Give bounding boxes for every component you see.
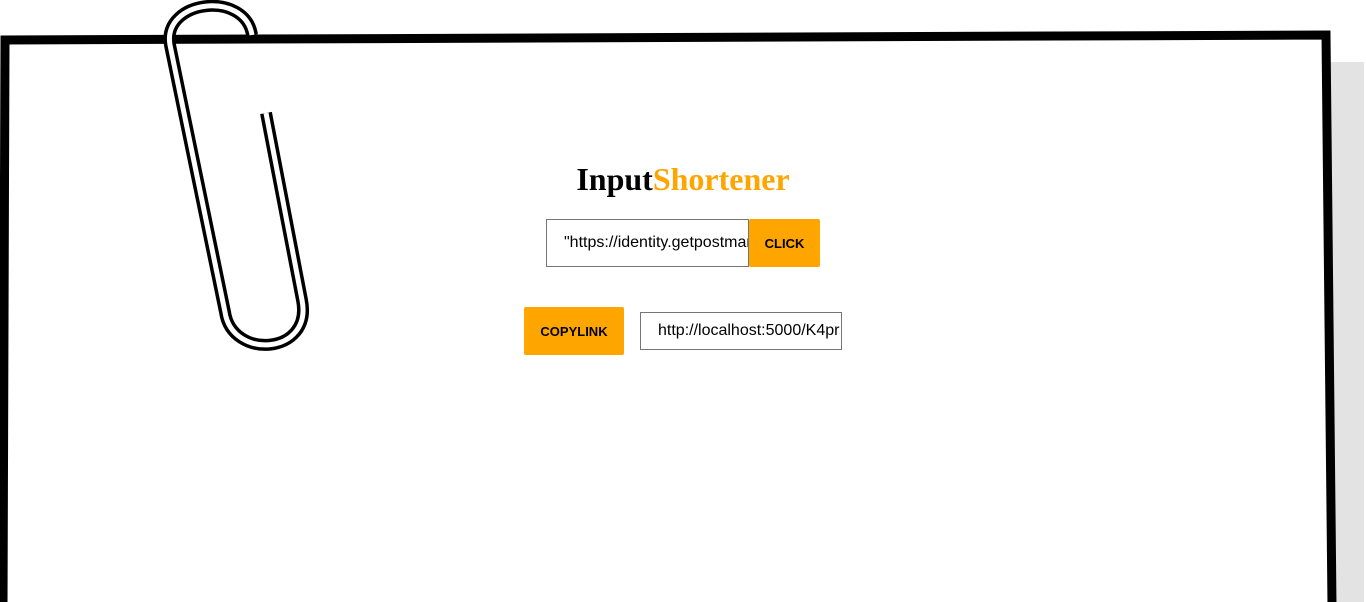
paper-frame bbox=[0, 30, 1337, 602]
page-title: InputShortener bbox=[0, 160, 1366, 198]
title-input-word: Input bbox=[576, 161, 653, 197]
title-shortener-word: Shortener bbox=[652, 161, 790, 197]
click-button[interactable]: CLICK bbox=[749, 219, 820, 267]
page: InputShortener CLICK COPYLINK bbox=[0, 0, 1366, 602]
short-url-field[interactable] bbox=[640, 312, 842, 350]
url-input[interactable] bbox=[546, 219, 749, 267]
copy-link-button[interactable]: COPYLINK bbox=[524, 307, 624, 355]
